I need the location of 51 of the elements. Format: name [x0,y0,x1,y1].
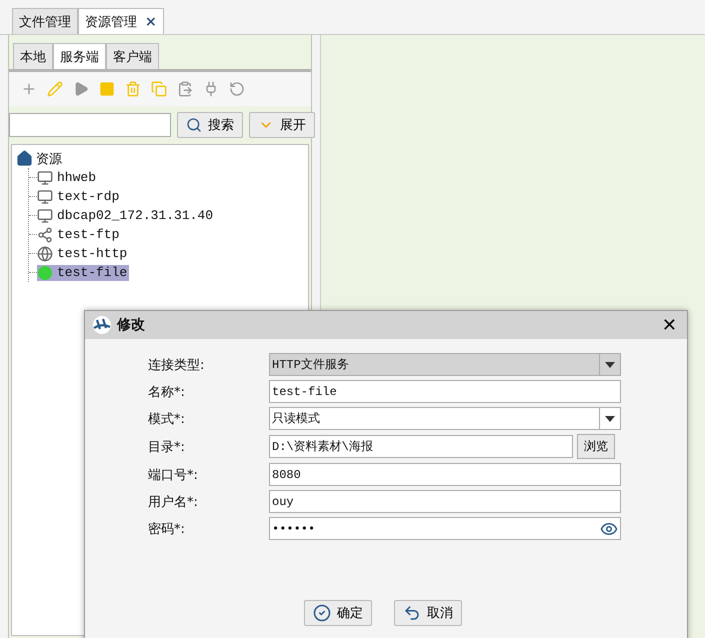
input-field[interactable]: ouy [269,490,621,513]
field-label: 目录*: [148,438,186,456]
tab[interactable]: 客户端 [106,43,159,69]
search-field[interactable] [9,113,171,137]
search-icon [186,117,202,133]
input-field[interactable]: D:\资料素材\海报 [269,435,573,458]
close-button[interactable]: ✕ [658,314,681,336]
confirm-button[interactable]: 确定 [304,600,372,626]
tree-item[interactable]: hhweb [37,170,98,186]
tree-item[interactable]: test-ftp [37,226,122,242]
status-dot-icon [37,264,53,280]
pencil-icon[interactable] [47,81,63,97]
tab[interactable]: 资源管理 × [78,8,164,34]
tree-item[interactable]: text-rdp [37,188,122,204]
tree-root-label[interactable]: 资源 [36,150,62,168]
input-field[interactable]: 8080 [269,463,621,486]
dropdown[interactable]: 只读模式 [269,407,621,430]
tree-item[interactable]: test-file [37,264,130,280]
square-icon[interactable] [99,81,115,97]
copy-icon[interactable] [151,81,167,97]
tab[interactable]: 本地 [13,43,53,69]
search-button[interactable]: 搜索 [177,112,243,138]
field-label: 密码*: [148,520,186,538]
monitor-icon [37,208,53,224]
check-circle-icon [313,604,331,622]
trash-icon[interactable] [125,81,141,97]
field-label: 连接类型: [148,356,206,374]
field-label: 模式*: [148,410,186,428]
logo-icon [91,315,113,335]
tab[interactable]: 文件管理 [12,8,78,34]
close-icon[interactable]: × [145,14,157,30]
browse-button[interactable]: 浏览 [577,434,615,459]
field-label: 名称*: [148,384,186,400]
field-label: 用户名*: [148,494,199,510]
undo-arrow-icon [403,604,421,622]
home-icon [16,150,33,167]
monitor-icon [37,170,53,186]
expand-button[interactable]: 展开 [249,112,315,138]
tree-item[interactable]: test-http [37,246,130,262]
dialog-title: 修改 [117,316,146,334]
globe-icon [37,246,53,262]
tab[interactable]: 服务端 [53,43,106,69]
cancel-button[interactable]: 取消 [394,600,462,626]
field-label: 端口号*: [148,466,199,484]
input-field[interactable]: •••••• [269,517,621,540]
caret-icon [605,416,615,422]
share-icon [37,226,53,242]
monitor-icon [37,188,53,204]
caret-icon [605,362,615,368]
tree-item[interactable]: dbcap02_172.31.31.40 [37,208,216,224]
input-field[interactable]: test-file [269,380,621,403]
